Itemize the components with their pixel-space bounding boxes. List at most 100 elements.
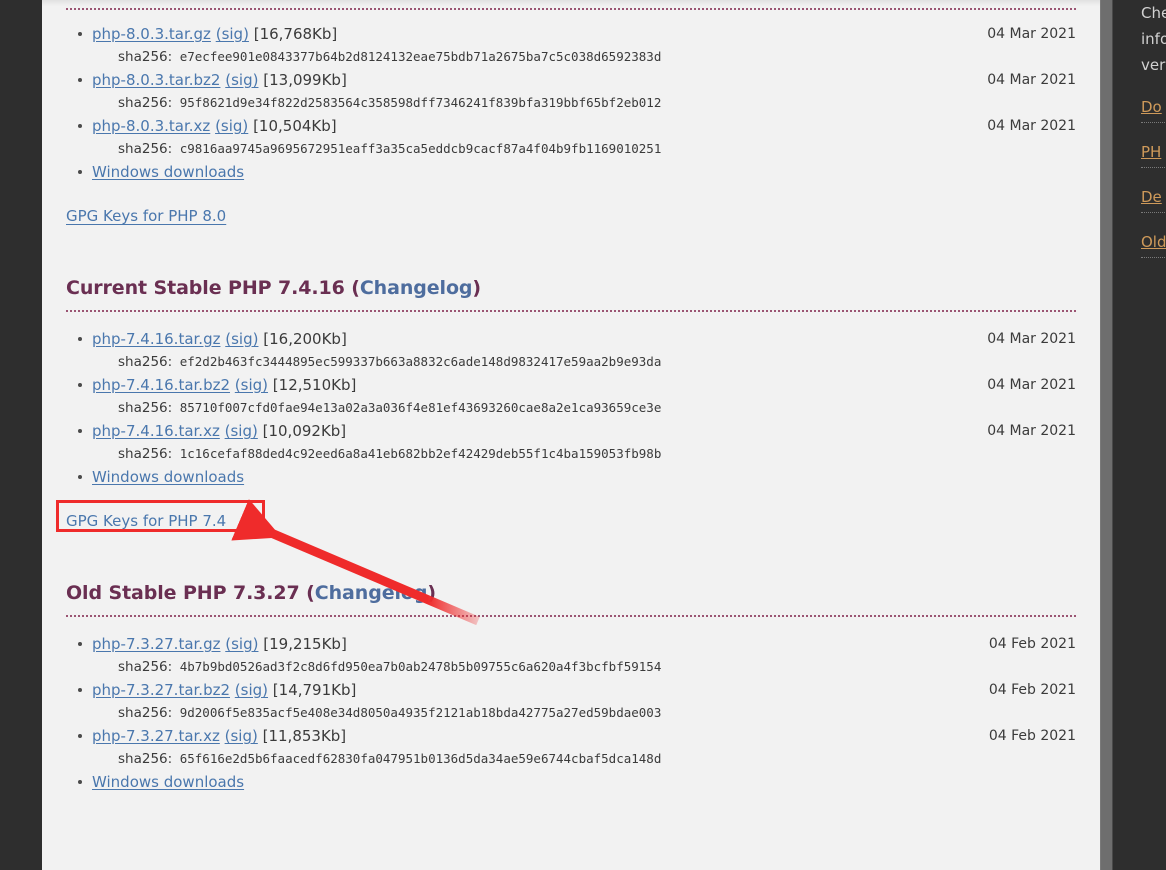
- signature-link[interactable]: (sig): [225, 727, 258, 745]
- changelog-link[interactable]: Changelog: [315, 582, 428, 604]
- windows-downloads-link[interactable]: Windows downloads: [92, 163, 244, 181]
- signature-link[interactable]: (sig): [225, 422, 258, 440]
- release-date: 04 Mar 2021: [987, 377, 1076, 393]
- bullet-icon: [78, 688, 82, 692]
- section-heading-php74: Current Stable PHP 7.4.16 (Changelog): [66, 277, 1076, 301]
- bullet-icon: [78, 429, 82, 433]
- download-line: php-7.4.16.tar.xz (sig) [10,092Kb] 04 Ma…: [92, 419, 1076, 443]
- page-content-area: php-8.0.3.tar.gz (sig) [16,768Kb] 04 Mar…: [42, 0, 1100, 870]
- download-line: php-7.3.27.tar.gz (sig) [19,215Kb] 04 Fe…: [92, 632, 1076, 656]
- file-size: [14,791Kb]: [272, 681, 357, 699]
- sha256-label: sha256:: [118, 95, 173, 111]
- release-date: 04 Feb 2021: [988, 728, 1076, 744]
- list-item: Windows downloads: [66, 160, 1076, 184]
- windows-downloads-link[interactable]: Windows downloads: [92, 773, 244, 791]
- download-link-tar-bz2[interactable]: php-7.4.16.tar.bz2: [92, 376, 230, 394]
- bullet-icon: [78, 383, 82, 387]
- sha256-value: 1c16cefaf88ded4c92eed6a8a41eb682bb2ef424…: [179, 446, 662, 461]
- file-size: [10,092Kb]: [262, 422, 347, 440]
- signature-link[interactable]: (sig): [215, 117, 248, 135]
- release-date: 04 Mar 2021: [987, 72, 1076, 88]
- sidebar-link-php[interactable]: PH: [1141, 139, 1166, 168]
- bullet-icon: [78, 32, 82, 36]
- download-line: Windows downloads: [92, 160, 1076, 184]
- signature-link[interactable]: (sig): [235, 376, 268, 394]
- download-line: Windows downloads: [92, 465, 1076, 489]
- section-divider-php74: [66, 310, 1076, 312]
- download-line: php-7.4.16.tar.bz2 (sig) [12,510Kb] 04 M…: [92, 373, 1076, 397]
- sha256-row: sha256: ef2d2b463fc3444895ec599337b663a8…: [92, 351, 1076, 373]
- list-item-highlighted: Windows downloads: [66, 465, 1076, 489]
- signature-link[interactable]: (sig): [225, 635, 258, 653]
- download-line: php-8.0.3.tar.xz (sig) [10,504Kb] 04 Mar…: [92, 114, 1076, 138]
- file-size: [19,215Kb]: [263, 635, 347, 653]
- sha256-row: sha256: 9d2006f5e835acf5e408e34d8050a493…: [92, 702, 1076, 724]
- signature-link[interactable]: (sig): [225, 330, 258, 348]
- download-link-tar-gz[interactable]: php-8.0.3.tar.gz: [92, 25, 211, 43]
- sha256-label: sha256:: [118, 751, 173, 767]
- release-date: 04 Mar 2021: [987, 423, 1076, 439]
- close-paren: ): [472, 277, 481, 299]
- sha256-value: e7ecfee901e0843377b64b2d8124132eae75bdb7…: [179, 49, 662, 64]
- release-date: 04 Feb 2021: [988, 682, 1076, 698]
- file-size: [13,099Kb]: [263, 71, 347, 89]
- open-paren: (: [344, 277, 360, 299]
- sidebar-content: Che info ver Do PH De Old: [1141, 0, 1166, 258]
- sidebar-link-documentation[interactable]: Do: [1141, 94, 1166, 123]
- sha256-value: 9d2006f5e835acf5e408e34d8050a4935f2121ab…: [179, 705, 662, 720]
- signature-link[interactable]: (sig): [216, 25, 249, 43]
- download-line: php-8.0.3.tar.bz2 (sig) [13,099Kb] 04 Ma…: [92, 68, 1076, 92]
- download-link-tar-bz2[interactable]: php-7.3.27.tar.bz2: [92, 681, 230, 699]
- gpg-keys-link[interactable]: GPG Keys for PHP 8.0: [66, 207, 226, 225]
- section-heading-php73: Old Stable PHP 7.3.27 (Changelog): [66, 582, 1076, 606]
- sha256-value: 95f8621d9e34f822d2583564c358598dff734624…: [179, 95, 662, 110]
- bullet-icon: [78, 124, 82, 128]
- release-date: 04 Feb 2021: [988, 636, 1076, 652]
- close-paren: ): [427, 582, 436, 604]
- section-title-text: Current Stable PHP 7.4.16: [66, 277, 345, 299]
- bullet-icon: [78, 337, 82, 341]
- sidebar-paragraph-line-2: info: [1141, 30, 1166, 48]
- sha256-value: 65f616e2d5b6faacedf62830fa047951b0136d5d…: [179, 751, 662, 766]
- sidebar-paragraph-line-1: Che: [1141, 4, 1166, 22]
- sha256-row: sha256: 65f616e2d5b6faacedf62830fa047951…: [92, 748, 1076, 770]
- signature-link[interactable]: (sig): [225, 71, 258, 89]
- file-size: [16,200Kb]: [263, 330, 347, 348]
- sha256-row: sha256: 85710f007cfd0fae94e13a02a3a036f4…: [92, 397, 1076, 419]
- download-line: Windows downloads: [92, 770, 1076, 794]
- download-link-tar-xz[interactable]: php-8.0.3.tar.xz: [92, 117, 210, 135]
- file-size: [12,510Kb]: [272, 376, 357, 394]
- bullet-icon: [78, 642, 82, 646]
- download-link-tar-gz[interactable]: php-7.3.27.tar.gz: [92, 635, 220, 653]
- download-link-tar-gz[interactable]: php-7.4.16.tar.gz: [92, 330, 220, 348]
- bullet-icon: [78, 734, 82, 738]
- download-line: php-7.4.16.tar.gz (sig) [16,200Kb] 04 Ma…: [92, 327, 1076, 351]
- download-link-tar-bz2[interactable]: php-8.0.3.tar.bz2: [92, 71, 220, 89]
- list-item: php-7.3.27.tar.bz2 (sig) [14,791Kb] 04 F…: [66, 678, 1076, 724]
- list-item: php-8.0.3.tar.xz (sig) [10,504Kb] 04 Mar…: [66, 114, 1076, 160]
- vertical-scrollbar[interactable]: [1100, 0, 1113, 870]
- sha256-label: sha256:: [118, 354, 173, 370]
- list-item: php-7.3.27.tar.xz (sig) [11,853Kb] 04 Fe…: [66, 724, 1076, 770]
- bullet-icon: [78, 475, 82, 479]
- sha256-label: sha256:: [118, 659, 173, 675]
- bullet-icon: [78, 170, 82, 174]
- bullet-icon: [78, 78, 82, 82]
- download-list-php74: php-7.4.16.tar.gz (sig) [16,200Kb] 04 Ma…: [66, 327, 1076, 489]
- download-link-tar-xz[interactable]: php-7.3.27.tar.xz: [92, 727, 220, 745]
- list-item: php-8.0.3.tar.gz (sig) [16,768Kb] 04 Mar…: [66, 22, 1076, 68]
- download-line: php-8.0.3.tar.gz (sig) [16,768Kb] 04 Mar…: [92, 22, 1076, 46]
- sidebar-link-old-versions[interactable]: Old: [1141, 229, 1166, 258]
- release-date: 04 Mar 2021: [987, 118, 1076, 134]
- gpg-keys-link[interactable]: GPG Keys for PHP 7.4: [66, 512, 226, 530]
- file-size: [16,768Kb]: [253, 25, 338, 43]
- sha256-value: c9816aa9745a9695672951eaff3a35ca5eddcb9c…: [179, 141, 662, 156]
- changelog-link[interactable]: Changelog: [360, 277, 473, 299]
- download-link-tar-xz[interactable]: php-7.4.16.tar.xz: [92, 422, 220, 440]
- gpg-row-php80: GPG Keys for PHP 8.0: [66, 206, 1076, 225]
- windows-downloads-link-highlighted[interactable]: Windows downloads: [92, 468, 244, 486]
- signature-link[interactable]: (sig): [235, 681, 268, 699]
- sha256-row: sha256: 1c16cefaf88ded4c92eed6a8a41eb682…: [92, 443, 1076, 465]
- sidebar-link-development[interactable]: De: [1141, 184, 1166, 213]
- sha256-value: ef2d2b463fc3444895ec599337b663a8832c6ade…: [179, 354, 662, 369]
